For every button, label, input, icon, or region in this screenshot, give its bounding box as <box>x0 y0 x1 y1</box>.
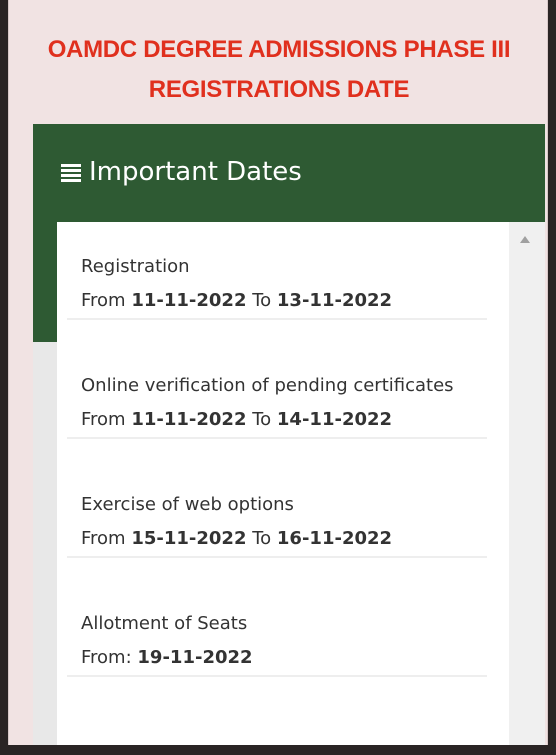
scroll-up-icon[interactable] <box>520 236 530 243</box>
panel-title-text: Important Dates <box>89 157 302 187</box>
item-dates: From 15-11-2022 To 16-11-2022 <box>81 522 487 556</box>
page-frame: OAMDC DEGREE ADMISSIONS PHASE III REGIST… <box>8 0 548 745</box>
heading-line-2: REGISTRATIONS DATE <box>148 76 410 103</box>
item-dates: From 11-11-2022 To 14-11-2022 <box>81 403 487 437</box>
to-date: 14-11-2022 <box>276 409 393 430</box>
important-dates-panel: Important Dates Registration From 11-11-… <box>33 124 545 745</box>
item-title: Exercise of web options <box>81 494 294 515</box>
list-item-verification: Online verification of pending certifica… <box>67 369 487 439</box>
item-title: Allotment of Seats <box>81 613 248 634</box>
panel-title: Important Dates <box>61 152 302 192</box>
to-label: To <box>252 290 272 311</box>
from-date: 15-11-2022 <box>131 528 247 549</box>
to-date: 13-11-2022 <box>276 290 393 311</box>
item-title: Registration <box>81 256 190 277</box>
heading-line-1: OAMDC DEGREE ADMISSIONS PHASE III <box>47 36 511 63</box>
item-dates: From 11-11-2022 To 13-11-2022 <box>81 284 487 318</box>
list-item-web-options: Exercise of web options From 15-11-2022 … <box>67 488 487 558</box>
list-item-registration: Registration From 11-11-2022 To 13-11-20… <box>67 250 487 320</box>
from-label: From <box>81 409 126 430</box>
from-date: 11-11-2022 <box>131 409 247 430</box>
list-icon <box>61 163 81 182</box>
from-label: From: <box>81 647 132 668</box>
list-item-allotment: Allotment of Seats From: 19-11-2022 <box>67 607 487 677</box>
to-date: 16-11-2022 <box>276 528 393 549</box>
page-heading: OAMDC DEGREE ADMISSIONS PHASE III REGIST… <box>9 30 549 110</box>
dates-scroll-list[interactable]: Registration From 11-11-2022 To 13-11-20… <box>57 222 545 745</box>
from-date: 19-11-2022 <box>137 647 253 668</box>
to-label: To <box>252 528 272 549</box>
scrollbar[interactable] <box>509 222 545 745</box>
from-label: From <box>81 528 126 549</box>
item-dates: From: 19-11-2022 <box>81 641 487 675</box>
to-label: To <box>252 409 272 430</box>
from-label: From <box>81 290 126 311</box>
from-date: 11-11-2022 <box>131 290 247 311</box>
item-title: Online verification of pending certifica… <box>81 375 454 396</box>
